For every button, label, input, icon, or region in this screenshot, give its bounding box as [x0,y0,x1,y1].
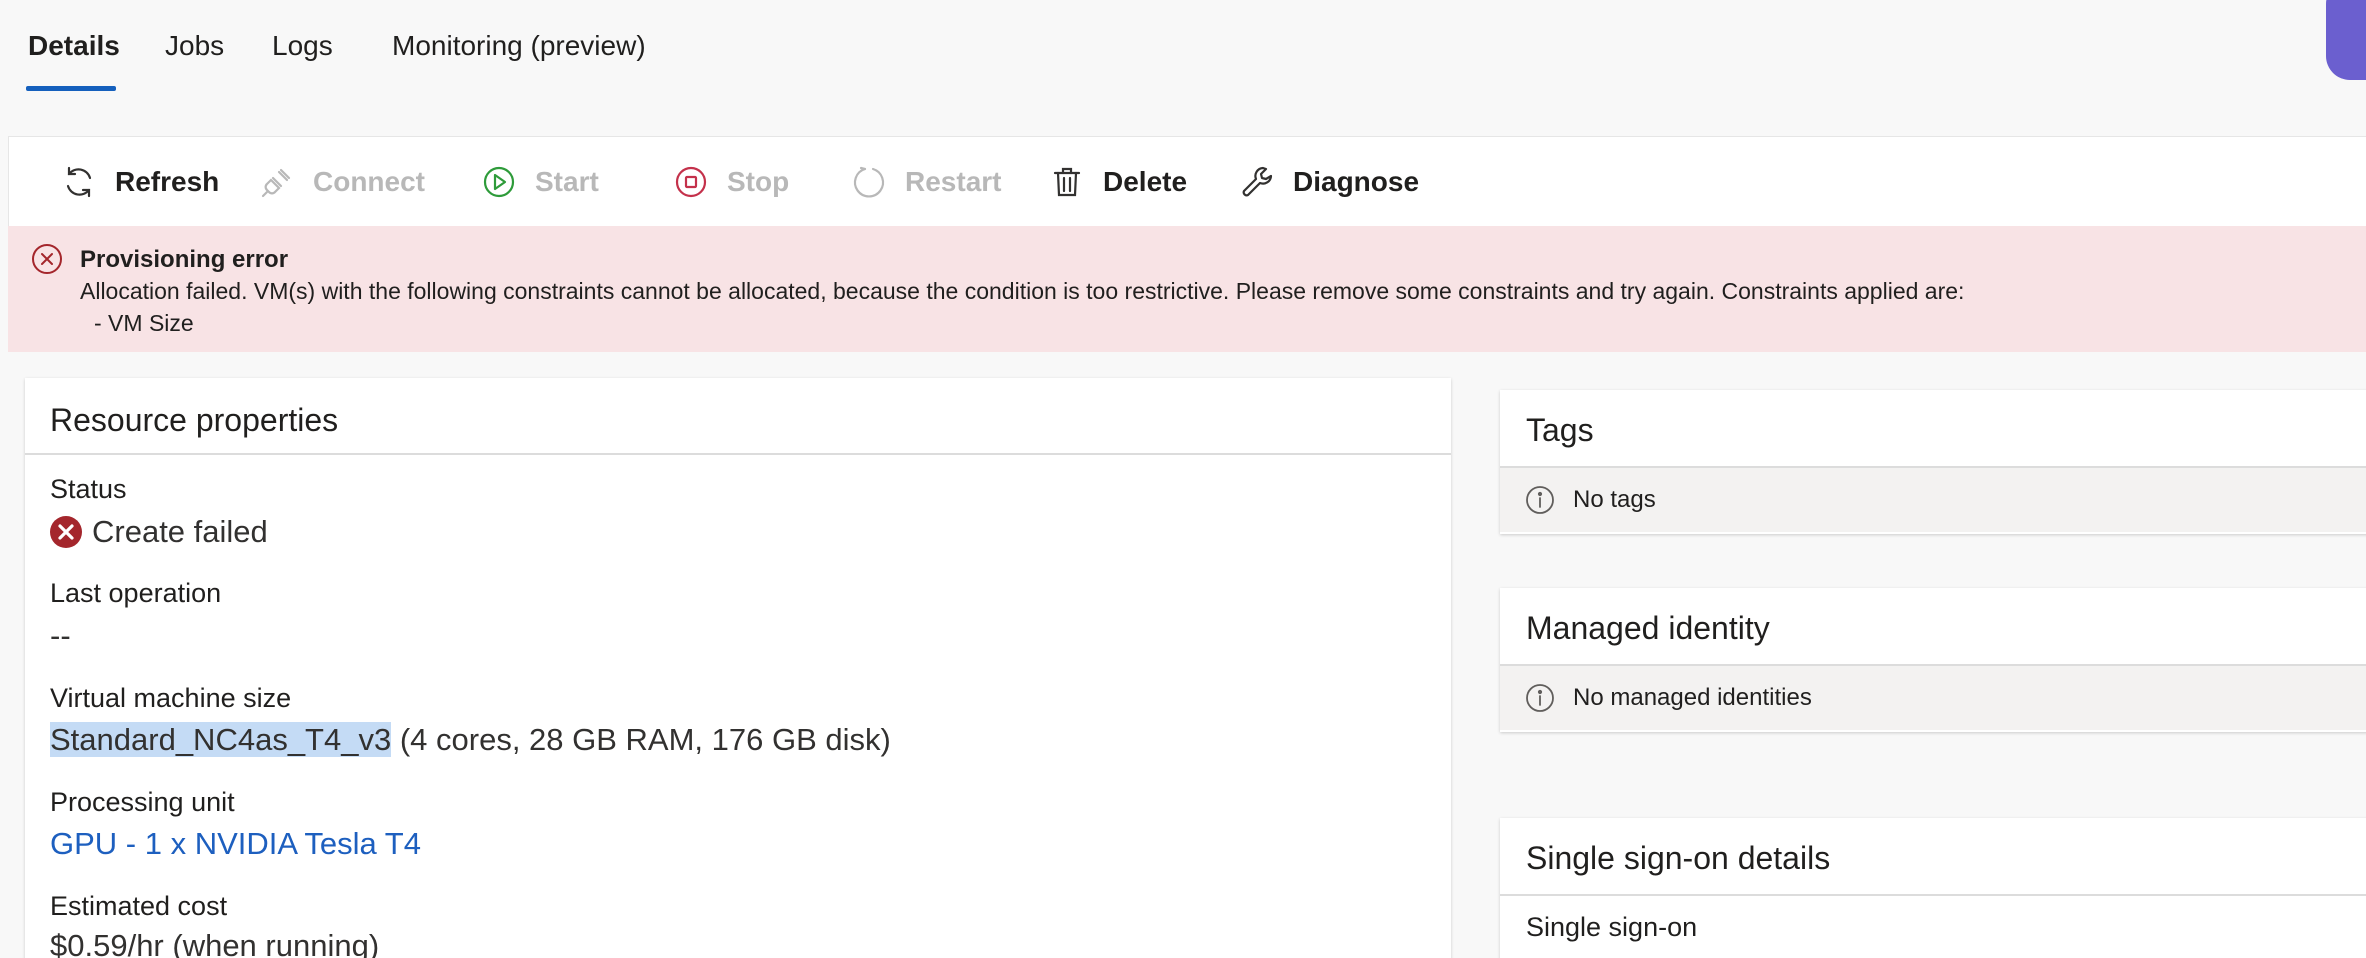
divider [25,453,1451,455]
trash-icon [1053,167,1081,197]
tab-bar: Details Jobs Logs Monitoring (preview) [0,0,2366,94]
refresh-label: Refresh [115,166,220,197]
vm-size-label: Virtual machine size [50,683,292,713]
last-operation-label: Last operation [50,578,222,608]
estimated-cost-label: Estimated cost [50,891,228,921]
tags-title: Tags [1526,412,1594,448]
provisioning-error-banner: Provisioning error Allocation failed. VM… [8,226,2366,352]
failed-icon [50,516,82,548]
managed-identity-empty-row: No managed identities [1500,664,2366,730]
tags-empty-row: No tags [1500,466,2366,532]
processing-unit-label: Processing unit [50,787,235,817]
divider [1500,894,2366,896]
tab-logs[interactable]: Logs [272,30,333,62]
play-icon [483,166,515,198]
start-label: Start [535,166,599,197]
plug-icon [261,168,291,198]
connect-button[interactable]: Connect [259,137,425,227]
start-button[interactable]: Start [481,137,599,227]
info-icon [1526,486,1554,514]
sso-label: Single sign-on [1526,912,1698,942]
managed-identity-title: Managed identity [1526,610,1770,646]
restart-button[interactable]: Restart [851,137,1001,227]
card-title: Resource properties [50,402,339,438]
connect-label: Connect [313,166,425,197]
restart-icon [853,166,885,198]
banner-message: Allocation failed. VM(s) with the follow… [80,278,1965,304]
sso-title: Single sign-on details [1526,840,1831,876]
info-icon [1526,684,1554,712]
wrench-icon [1242,166,1273,197]
side-panel-handle[interactable] [2326,0,2366,80]
sso-card: Single sign-on details Single sign-on [1500,818,2366,958]
refresh-icon [66,166,92,198]
tab-details[interactable]: Details [28,30,120,62]
stop-button[interactable]: Stop [673,137,789,227]
command-toolbar: Refresh Connect Start Stop Restart Delet… [8,136,2366,226]
tags-card: Tags No tags [1500,390,2366,534]
banner-constraint: - VM Size [94,310,194,336]
status-text: Create failed [92,514,268,549]
diagnose-button[interactable]: Diagnose [1239,137,1419,227]
delete-label: Delete [1103,166,1188,197]
restart-label: Restart [905,166,1002,197]
vm-size-value: Standard_NC4as_T4_v3 (4 cores, 28 GB RAM… [50,722,891,758]
banner-title: Provisioning error [80,246,289,273]
estimated-cost-value: $0.59/hr (when running) [50,928,380,958]
resource-properties-card: Resource properties Status Create failed… [25,378,1451,958]
tab-monitoring[interactable]: Monitoring (preview) [392,30,646,62]
no-managed-identities-text: No managed identities [1573,684,1812,711]
diagnose-label: Diagnose [1293,166,1420,197]
no-tags-text: No tags [1573,486,1656,513]
delete-button[interactable]: Delete [1049,137,1187,227]
compute-instance-details-page: Details Jobs Logs Monitoring (preview) R… [0,0,2366,958]
last-operation-value: -- [50,618,71,653]
stop-icon [675,166,707,198]
vm-size-detail: (4 cores, 28 GB RAM, 176 GB disk) [391,722,891,757]
status-label: Status [50,474,127,504]
tab-jobs[interactable]: Jobs [165,30,224,62]
processing-unit-link[interactable]: GPU - 1 x NVIDIA Tesla T4 [50,826,421,862]
active-tab-indicator [26,86,116,91]
stop-label: Stop [727,166,790,197]
error-circle-icon [32,244,62,274]
refresh-button[interactable]: Refresh [61,137,219,227]
managed-identity-card: Managed identity No managed identities [1500,588,2366,732]
status-value: Create failed [50,514,268,550]
vm-size-name[interactable]: Standard_NC4as_T4_v3 [50,722,392,757]
